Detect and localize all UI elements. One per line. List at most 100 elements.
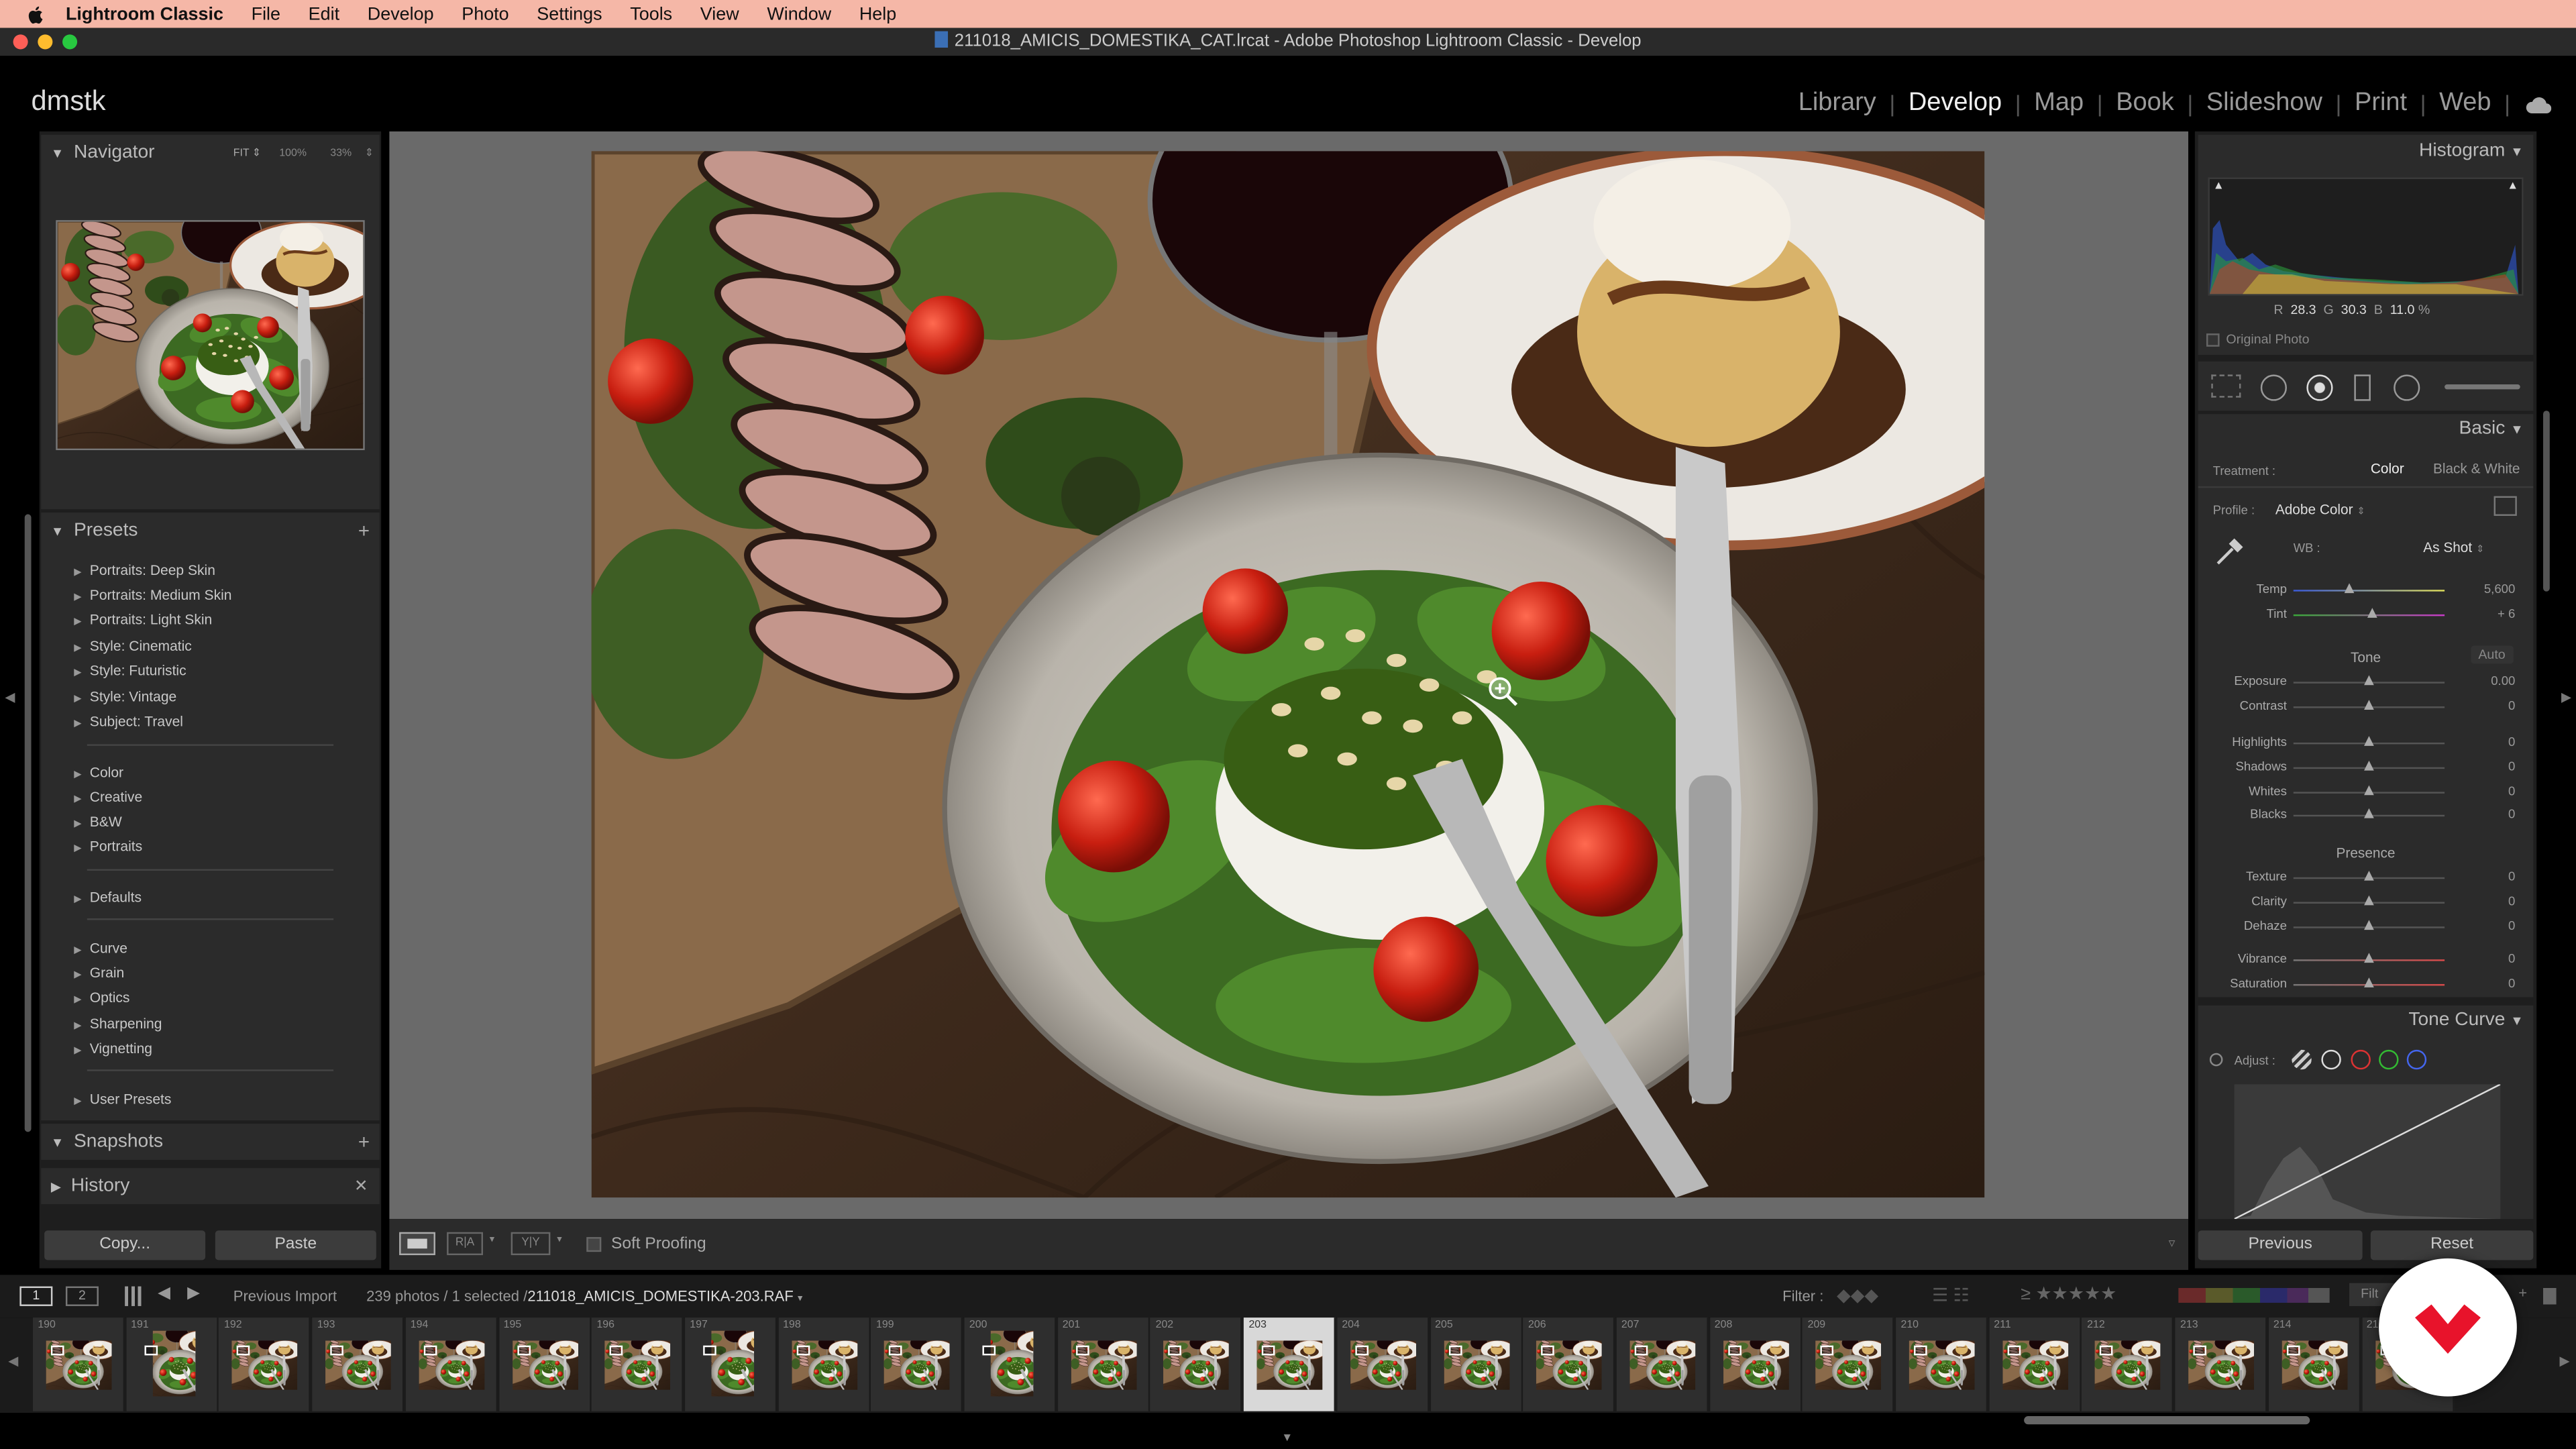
menu-app-name[interactable]: Lightroom Classic: [66, 4, 223, 23]
navigator-preview[interactable]: [56, 220, 365, 451]
filmstrip-thumbnail[interactable]: 212: [2082, 1318, 2174, 1411]
point-curve-red-icon[interactable]: [2351, 1049, 2371, 1070]
filmstrip-thumbnail[interactable]: 207: [1616, 1318, 1709, 1411]
adjustment-brush-tool-icon[interactable]: [2445, 384, 2520, 390]
slider-knob[interactable]: [2364, 675, 2374, 686]
filmstrip-thumbnail[interactable]: 213: [2175, 1318, 2267, 1411]
module-library[interactable]: Library: [1785, 89, 1889, 118]
filter-plus-icon[interactable]: +: [2518, 1285, 2527, 1301]
slider-blacks[interactable]: Blacks 0: [2198, 805, 2534, 824]
filmstrip-thumbnail[interactable]: 202: [1150, 1318, 1243, 1411]
slider-value[interactable]: 0: [2508, 869, 2515, 884]
filmstrip-thumbnail[interactable]: 206: [1523, 1318, 1615, 1411]
histogram-graph[interactable]: ▲ ▲: [2208, 177, 2524, 296]
expand-triangle-icon[interactable]: ▶: [74, 669, 81, 679]
tone-curve-graph[interactable]: [2234, 1084, 2501, 1220]
highlight-clipping-icon[interactable]: ▲: [2507, 180, 2518, 192]
preset-group-item[interactable]: ▶ User Presets: [74, 1091, 171, 1107]
secondary-window-button[interactable]: 2: [65, 1286, 99, 1306]
slider-shadows[interactable]: Shadows 0: [2198, 757, 2534, 777]
module-slideshow[interactable]: Slideshow: [2193, 89, 2335, 118]
filmstrip-thumbnail[interactable]: 195: [498, 1318, 591, 1411]
slider-exposure[interactable]: Exposure 0.00: [2198, 672, 2534, 692]
collapse-triangle-icon[interactable]: ▼: [2510, 145, 2523, 160]
slider-vibrance[interactable]: Vibrance 0: [2198, 950, 2534, 969]
auto-tone-button[interactable]: Auto: [2470, 645, 2514, 664]
module-web[interactable]: Web: [2426, 89, 2505, 118]
preset-group-item[interactable]: ▶ Portraits: Deep Skin: [74, 562, 215, 578]
expand-triangle-icon[interactable]: ▶: [74, 644, 81, 654]
apple-icon[interactable]: [26, 4, 49, 23]
slider-tint[interactable]: Tint + 6: [2198, 604, 2534, 624]
point-curve-green-icon[interactable]: [2379, 1049, 2399, 1070]
reset-button[interactable]: Reset: [2370, 1230, 2534, 1260]
slider-value[interactable]: 0: [2508, 784, 2515, 798]
collapse-left-panel-icon[interactable]: ◀: [5, 690, 15, 705]
grid-view-icon[interactable]: [125, 1286, 145, 1306]
close-window-button[interactable]: [13, 34, 28, 50]
color-label-filter[interactable]: [2178, 1288, 2330, 1303]
slider-value[interactable]: 0: [2508, 759, 2515, 773]
menu-settings[interactable]: Settings: [537, 4, 602, 23]
expand-triangle-icon[interactable]: ▶: [74, 996, 81, 1006]
filmstrip-thumbnail[interactable]: 204: [1336, 1318, 1430, 1411]
collapse-triangle-icon[interactable]: ▼: [51, 146, 64, 160]
slider-dehaze[interactable]: Dehaze 0: [2198, 917, 2534, 936]
flag-filter-icons[interactable]: ◆◆◆: [1837, 1285, 1878, 1306]
slider-contrast[interactable]: Contrast 0: [2198, 696, 2534, 716]
preset-group-item[interactable]: ▶ Defaults: [74, 889, 142, 905]
menu-tools[interactable]: Tools: [630, 4, 672, 23]
filmstrip-thumbnail[interactable]: 201: [1057, 1318, 1150, 1411]
slider-value[interactable]: 0: [2508, 806, 2515, 821]
slider-knob[interactable]: [2364, 920, 2374, 930]
slider-knob[interactable]: [2364, 785, 2374, 796]
filmstrip-thumbnail[interactable]: 210: [1896, 1318, 1988, 1411]
collapse-triangle-icon[interactable]: ▼: [2510, 1014, 2523, 1028]
expand-triangle-icon[interactable]: ▶: [74, 820, 81, 830]
expand-triangle-icon[interactable]: ▶: [74, 618, 81, 628]
rating-filter-stars[interactable]: ≥ ★★★★★: [2021, 1283, 2116, 1304]
slider-knob[interactable]: [2344, 583, 2355, 594]
expand-triangle-icon[interactable]: ▶: [74, 971, 81, 981]
right-panel-scrollbar[interactable]: [2543, 411, 2550, 592]
point-curve-rgb-icon[interactable]: [2321, 1049, 2341, 1070]
graduated-filter-tool-icon[interactable]: [2354, 374, 2371, 401]
filmstrip-scroll-right-icon[interactable]: ▶: [2560, 1354, 2570, 1368]
primary-window-button[interactable]: 1: [19, 1286, 53, 1306]
tone-curve-header[interactable]: Tone Curve ▼: [2408, 1010, 2523, 1030]
previous-photo-arrow-icon[interactable]: ◀: [158, 1285, 170, 1303]
module-develop[interactable]: Develop: [1895, 89, 2015, 118]
module-print[interactable]: Print: [2341, 89, 2420, 118]
slider-texture[interactable]: Texture 0: [2198, 867, 2534, 887]
menu-photo[interactable]: Photo: [462, 4, 508, 23]
expand-triangle-icon[interactable]: ▶: [74, 795, 81, 805]
point-curve-blue-icon[interactable]: [2406, 1049, 2427, 1070]
preset-group-item[interactable]: ▶ Style: Cinematic: [74, 637, 192, 653]
expand-triangle-icon[interactable]: ▶: [74, 771, 81, 781]
minimize-window-button[interactable]: [38, 34, 53, 50]
slider-knob[interactable]: [2364, 736, 2374, 746]
slider-knob[interactable]: [2364, 977, 2374, 987]
slider-track[interactable]: [2293, 590, 2445, 592]
slider-value[interactable]: 0: [2508, 976, 2515, 991]
previous-button[interactable]: Previous: [2198, 1230, 2363, 1260]
filmstrip-source[interactable]: Previous Import: [233, 1288, 337, 1304]
slider-clarity[interactable]: Clarity 0: [2198, 892, 2534, 912]
filmstrip-thumbnail[interactable]: 194: [405, 1318, 498, 1411]
target-adjust-icon[interactable]: [2209, 1053, 2223, 1067]
preset-group-item[interactable]: ▶ Curve: [74, 940, 127, 956]
zoom-more-icon[interactable]: ⇕: [365, 146, 374, 159]
filmstrip-thumbnail[interactable]: 193: [312, 1318, 405, 1411]
filmstrip-scrollbar[interactable]: [2024, 1416, 2310, 1425]
paste-settings-button[interactable]: Paste: [215, 1230, 376, 1260]
preset-group-item[interactable]: ▶ Vignetting: [74, 1040, 152, 1056]
filmstrip-thumbnail[interactable]: 209: [1803, 1318, 1895, 1411]
preset-group-item[interactable]: ▶ Subject: Travel: [74, 713, 183, 729]
preset-group-item[interactable]: ▶ Creative: [74, 789, 142, 805]
expand-triangle-icon[interactable]: ▶: [74, 593, 81, 603]
expand-triangle-icon[interactable]: ▶: [74, 896, 81, 906]
parametric-curve-icon[interactable]: [2292, 1049, 2312, 1070]
slider-knob[interactable]: [2364, 870, 2374, 881]
slider-value[interactable]: 5,600: [2484, 582, 2516, 596]
slider-highlights[interactable]: Highlights 0: [2198, 733, 2534, 752]
